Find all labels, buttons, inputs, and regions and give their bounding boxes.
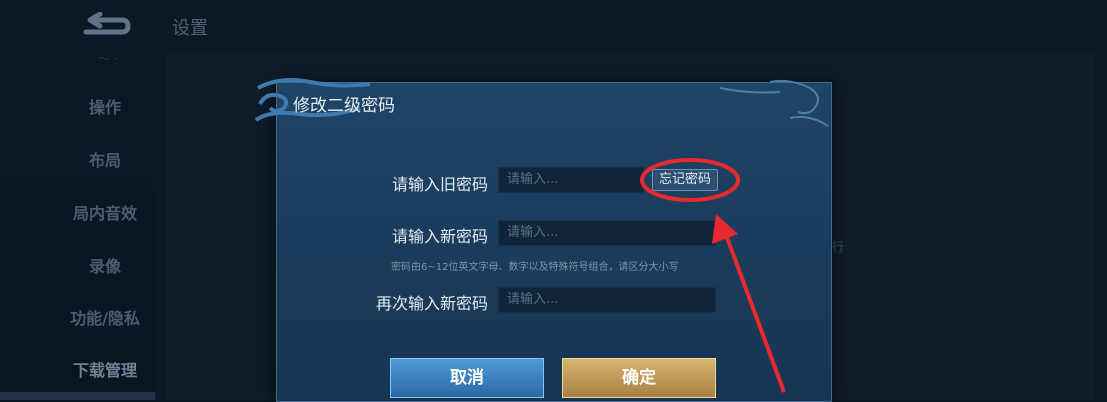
dialog-title: 修改二级密码 [293,96,395,116]
password-rule-hint: 密码由6~12位英文字母、数字以及特殊符号组合，请区分大小写 [391,262,679,273]
old-password-label: 请输入旧密码 [391,175,488,194]
forgot-password-button[interactable]: 忘记密码 [652,169,718,191]
sidebar-active-highlight [0,392,155,400]
old-password-input[interactable]: 请输入... [498,167,644,193]
sidebar-item-partial: ～ · [98,52,118,66]
sidebar-item-operation[interactable]: 操作 [40,94,170,118]
new-password-input[interactable]: 请输入... [498,220,716,246]
confirm-button[interactable]: 确定 [562,358,716,398]
cancel-button[interactable]: 取消 [390,358,544,398]
sidebar-item-downloads[interactable]: 下载管理 [40,357,170,381]
sidebar-item-layout[interactable]: 布局 [40,147,170,171]
confirm-password-label: 再次输入新密码 [375,294,488,313]
new-password-label: 请输入新密码 [391,227,488,246]
sidebar: ～ · 操作 布局 局内音效 录像 功能/隐私 下载管理 [0,0,155,400]
sidebar-item-privacy[interactable]: 功能/隐私 [40,305,170,329]
sidebar-item-sound[interactable]: 局内音效 [40,200,170,224]
back-arrow-icon[interactable] [78,12,132,40]
page-title: 设置 [172,18,208,39]
confirm-password-input[interactable]: 请输入... [498,287,716,313]
sidebar-item-replay[interactable]: 录像 [40,253,170,277]
